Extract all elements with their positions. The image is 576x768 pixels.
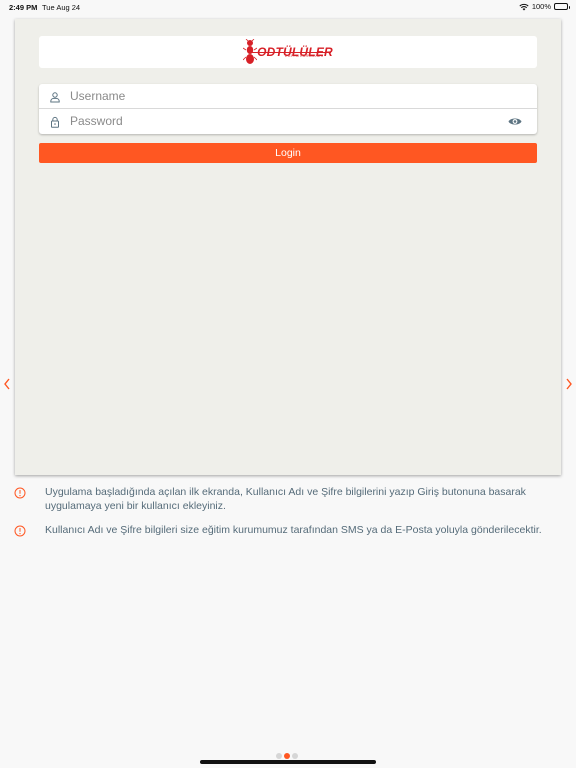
brand-logo: ODTÜLÜLER EĞİTİM KURUMLARI (243, 39, 333, 65)
password-input[interactable] (70, 111, 490, 131)
login-form (39, 84, 537, 134)
logo-container: ODTÜLÜLER EĞİTİM KURUMLARI (39, 36, 537, 68)
eye-icon[interactable] (508, 116, 522, 127)
username-input[interactable] (70, 86, 490, 106)
info-icon (14, 487, 26, 499)
status-time: 2:49 PM (9, 3, 38, 12)
logo-underline (251, 52, 332, 53)
lock-icon (51, 116, 59, 128)
page-dot[interactable] (276, 753, 282, 759)
info-icon (14, 525, 26, 537)
info-list: Uygulama başladığında açılan ilk ekranda… (12, 486, 568, 538)
wifi-icon (519, 3, 529, 11)
battery-icon (554, 3, 570, 10)
info-text: Kullanıcı Adı ve Şifre bilgileri size eğ… (45, 524, 542, 536)
page-dot-active[interactable] (284, 753, 290, 759)
status-date: Tue Aug 24 (42, 3, 81, 12)
status-indicators: 100% (519, 2, 570, 11)
logo-subtitle: EĞİTİM KURUMLARI (285, 54, 324, 58)
login-card: ODTÜLÜLER EĞİTİM KURUMLARI Username Logi… (15, 19, 561, 475)
battery-percentage: 100% (531, 2, 551, 11)
password-field (39, 109, 537, 134)
status-bar: 2:49 PM Tue Aug 24 100% (0, 0, 576, 14)
home-indicator[interactable] (200, 760, 376, 764)
info-item: Uygulama başladığında açılan ilk ekranda… (12, 486, 568, 513)
info-text: Uygulama başladığında açılan ilk ekranda… (45, 486, 526, 512)
info-item: Kullanıcı Adı ve Şifre bilgileri size eğ… (12, 524, 568, 538)
chevron-left-icon[interactable] (2, 377, 12, 391)
page-dot[interactable] (292, 753, 298, 759)
chevron-right-icon[interactable] (564, 377, 574, 391)
user-icon (50, 92, 60, 103)
page-indicator (276, 753, 298, 759)
username-field (39, 84, 537, 109)
login-button[interactable]: Login (39, 143, 537, 163)
